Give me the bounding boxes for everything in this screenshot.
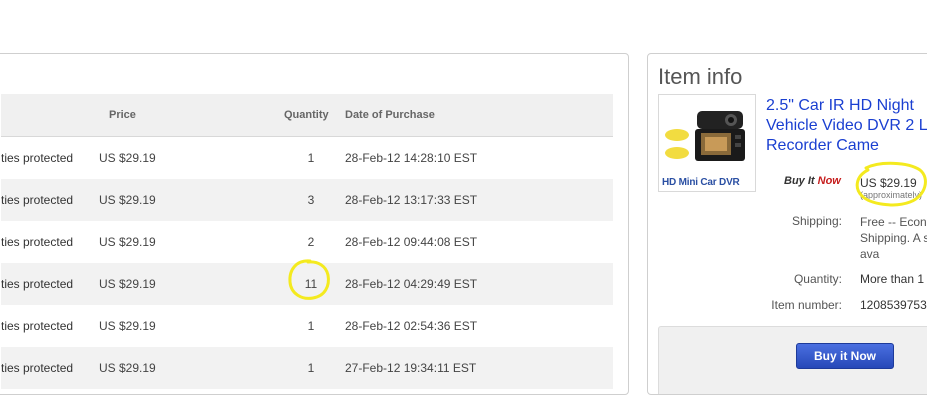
row-date: 28-Feb-12 02:54:36 EST — [345, 319, 478, 333]
row-description: ties protected — [1, 277, 74, 291]
row-date: 28-Feb-12 13:17:33 EST — [345, 193, 478, 207]
row-price: US $29.19 — [99, 193, 156, 207]
item-number-value: 1208539753 — [860, 298, 927, 312]
column-header-quantity[interactable]: Quantity — [284, 94, 329, 136]
purchase-history-table: Price Quantity Date of Purchase ties pro… — [1, 94, 613, 389]
row-quantity: 1 — [307, 151, 315, 165]
column-header-price[interactable]: Price — [109, 94, 136, 136]
row-quantity: 1 — [307, 361, 315, 375]
table-row: ties protected US $29.19 3 28-Feb-12 13:… — [1, 179, 613, 221]
buy-area: Buy it Now — [658, 326, 927, 394]
car-dvr-image — [695, 111, 745, 161]
row-description: ties protected — [1, 235, 74, 249]
row-price: US $29.19 — [99, 151, 156, 165]
item-info-panel: Item info HD Mini Car DVR 2.5" Car IR HD… — [647, 53, 927, 395]
row-date: 28-Feb-12 09:44:08 EST — [345, 235, 478, 249]
quantity-value: More than 1 — [860, 272, 925, 286]
table-row: ties protected US $29.19 2 28-Feb-12 09:… — [1, 221, 613, 263]
row-quantity: 11 — [304, 277, 318, 291]
row-date: 28-Feb-12 14:28:10 EST — [345, 151, 478, 165]
buy-it-now-logo-text: Buy It — [784, 175, 818, 187]
buy-it-now-logo-now: Now — [817, 175, 841, 187]
row-quantity: 1 — [307, 319, 315, 333]
row-price: US $29.19 — [99, 235, 156, 249]
purchase-history-panel: Price Quantity Date of Purchase ties pro… — [0, 53, 629, 395]
item-title-link[interactable]: 2.5" Car IR HD Night Vehicle Video DVR 2… — [766, 96, 927, 156]
row-description: ties protected — [1, 193, 74, 207]
row-price: US $29.19 — [99, 361, 156, 375]
row-date: 28-Feb-12 04:29:49 EST — [345, 277, 478, 291]
row-quantity: 2 — [307, 235, 315, 249]
item-price: US $29.19 — [860, 176, 917, 190]
row-description: ties protected — [1, 151, 74, 165]
row-quantity: 3 — [307, 193, 315, 207]
item-thumbnail[interactable]: HD Mini Car DVR — [658, 94, 756, 192]
column-header-date[interactable]: Date of Purchase — [345, 94, 435, 136]
item-price-approx: (approximately) — [860, 190, 923, 200]
item-info-heading: Item info — [658, 64, 743, 89]
table-row: ties protected US $29.19 1 28-Feb-12 14:… — [1, 137, 613, 179]
item-number-label: Item number: — [771, 298, 842, 312]
row-description: ties protected — [1, 319, 74, 333]
buy-it-now-logo: Buy It Now — [784, 175, 841, 187]
thumbnail-badge — [665, 147, 689, 159]
row-price: US $29.19 — [99, 277, 156, 291]
buy-it-now-button[interactable]: Buy it Now — [796, 343, 894, 369]
thumbnail-caption: HD Mini Car DVR — [662, 177, 740, 188]
shipping-value: Free -- Econ Shipping. A services ava — [860, 215, 927, 261]
table-row: ties protected US $29.19 1 27-Feb-12 19:… — [1, 347, 613, 389]
table-row: ties protected US $29.19 11 28-Feb-12 04… — [1, 263, 613, 305]
shipping-label: Shipping: — [791, 214, 842, 228]
quantity-label: Quantity: — [793, 272, 842, 286]
row-price: US $29.19 — [99, 319, 156, 333]
row-description: ties protected — [1, 361, 74, 375]
thumbnail-badge — [665, 129, 689, 141]
table-row: ties protected US $29.19 1 28-Feb-12 02:… — [1, 305, 613, 347]
table-header: Price Quantity Date of Purchase — [1, 94, 613, 137]
row-date: 27-Feb-12 19:34:11 EST — [345, 361, 477, 375]
